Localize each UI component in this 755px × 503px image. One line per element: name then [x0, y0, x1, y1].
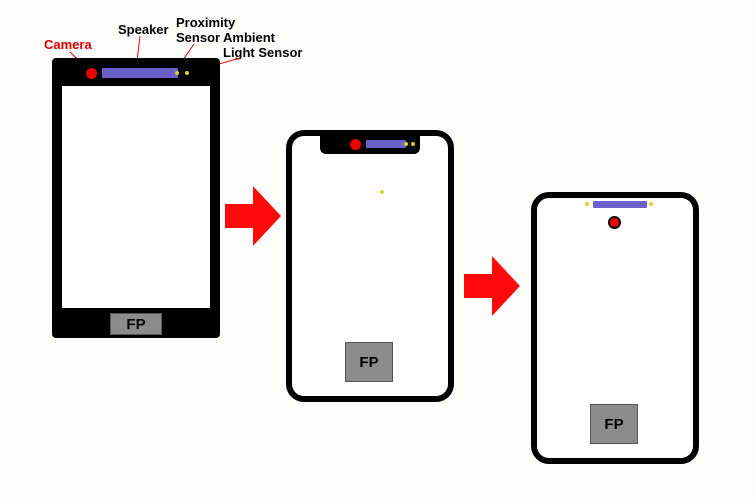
proximity-sensor-icon: [175, 71, 179, 75]
fingerprint-label: FP: [345, 342, 393, 382]
camera-icon: [608, 216, 621, 229]
speaker-bar: [366, 140, 406, 148]
ambient-light-sensor-icon: [649, 202, 653, 206]
speaker-label: Speaker: [118, 22, 169, 38]
arrow-icon: [464, 256, 516, 316]
fingerprint-label: FP: [590, 404, 638, 444]
proximity-label-line1: Proximity: [176, 15, 235, 31]
ambient-light-sensor-icon: [185, 71, 189, 75]
arrow-icon: [225, 186, 277, 246]
ambient-light-sensor-icon: [411, 142, 415, 146]
camera-icon: [86, 68, 97, 79]
notch: [320, 136, 420, 154]
fp-text: FP: [359, 354, 378, 371]
stray-sensor-icon: [380, 190, 384, 194]
proximity-sensor-icon: [585, 202, 589, 206]
fp-text: FP: [604, 416, 623, 433]
ambient-label-line1: Ambient: [223, 30, 275, 46]
speaker-bar: [102, 68, 178, 78]
speaker-bar: [593, 201, 647, 208]
ambient-label-line2: Light Sensor: [223, 45, 302, 61]
fp-text: FP: [126, 316, 145, 333]
camera-icon: [350, 139, 361, 150]
phone-gen1: FP: [52, 58, 220, 338]
proximity-sensor-icon: [404, 142, 408, 146]
proximity-label-line2: Sensor: [176, 30, 220, 46]
camera-label: Camera: [44, 37, 92, 53]
phone-gen2: FP: [286, 130, 454, 402]
fingerprint-label: FP: [110, 313, 162, 335]
phone-gen3: FP: [531, 192, 699, 464]
